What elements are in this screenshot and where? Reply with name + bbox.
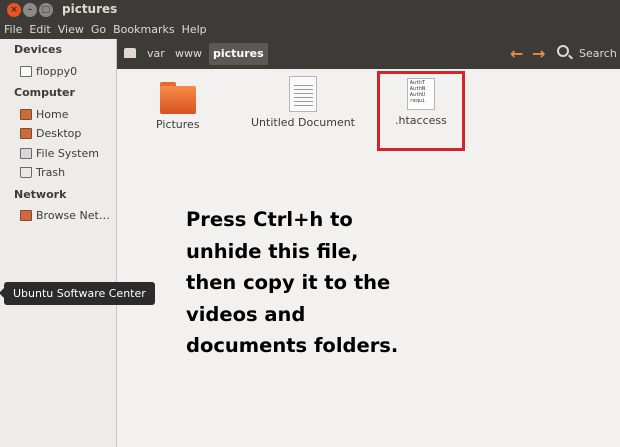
file-label: .htaccess: [395, 114, 447, 127]
menu-help[interactable]: Help: [182, 23, 207, 36]
minimize-window-button[interactable]: –: [23, 3, 37, 17]
breadcrumb-www[interactable]: www: [175, 47, 202, 60]
sidebar-item-floppy0[interactable]: floppy0: [20, 65, 77, 78]
sidebar-header-computer: Computer: [14, 86, 75, 99]
file-item-htaccess[interactable]: AuthT AuthN AuthU requi .htaccess: [395, 78, 447, 127]
document-icon: [289, 76, 317, 112]
search-icon[interactable]: [557, 45, 569, 57]
breadcrumb-pictures[interactable]: pictures: [209, 43, 268, 65]
file-label: Pictures: [156, 118, 200, 131]
search-button[interactable]: Search: [579, 47, 617, 60]
sidebar-item-label: floppy0: [36, 65, 78, 78]
home-folder-icon: [20, 109, 32, 120]
network-icon: [20, 210, 32, 221]
forward-arrow-icon[interactable]: →: [532, 44, 545, 63]
instruction-text: Press Ctrl+h to unhide this file, then c…: [186, 208, 399, 357]
file-label: Untitled Document: [251, 116, 355, 129]
menu-file[interactable]: File: [4, 23, 22, 36]
file-system-icon: [20, 148, 32, 159]
file-item-pictures[interactable]: Pictures: [156, 76, 200, 131]
title-bar: × – □ pictures: [0, 0, 620, 20]
sidebar-item-trash[interactable]: Trash: [20, 166, 65, 179]
maximize-window-button[interactable]: □: [39, 3, 53, 17]
sidebar-header-devices: Devices: [14, 43, 63, 56]
trash-icon: [20, 167, 32, 178]
desktop-folder-icon: [20, 128, 32, 139]
places-sidebar: Devices floppy0 Computer Home Desktop Fi…: [0, 39, 117, 447]
window-title: pictures: [62, 2, 118, 16]
sidebar-item-label: Home: [36, 108, 69, 121]
back-arrow-icon[interactable]: ←: [510, 44, 523, 63]
drive-icon[interactable]: [124, 48, 136, 58]
path-toolbar: var www pictures ← → Search: [117, 39, 620, 69]
floppy-icon: [20, 66, 32, 77]
sidebar-item-browse-network[interactable]: Browse Net…: [20, 209, 110, 222]
sidebar-item-label: Trash: [36, 166, 66, 179]
sidebar-item-label: Browse Net…: [36, 209, 110, 222]
file-view[interactable]: Pictures Untitled Document AuthT AuthN A…: [118, 69, 620, 447]
menu-bookmarks[interactable]: Bookmarks: [113, 23, 174, 36]
sidebar-item-label: Desktop: [36, 127, 82, 140]
sidebar-item-home[interactable]: Home: [20, 108, 68, 121]
menu-edit[interactable]: Edit: [29, 23, 50, 36]
launcher-tooltip: Ubuntu Software Center: [0, 282, 155, 305]
file-item-untitled-document[interactable]: Untitled Document: [251, 76, 355, 129]
folder-icon: [159, 82, 196, 114]
sidebar-item-label: File System: [36, 147, 99, 160]
menu-bar: File Edit View Go Bookmarks Help: [0, 20, 620, 39]
text-file-icon: AuthT AuthN AuthU requi: [406, 78, 435, 110]
sidebar-item-file-system[interactable]: File System: [20, 147, 99, 160]
preview-line: requi: [409, 98, 425, 104]
menu-view[interactable]: View: [58, 23, 84, 36]
close-window-button[interactable]: ×: [7, 3, 21, 17]
breadcrumb-var[interactable]: var: [147, 47, 165, 60]
sidebar-header-network: Network: [14, 188, 67, 201]
menu-go[interactable]: Go: [91, 23, 106, 36]
sidebar-item-desktop[interactable]: Desktop: [20, 127, 81, 140]
